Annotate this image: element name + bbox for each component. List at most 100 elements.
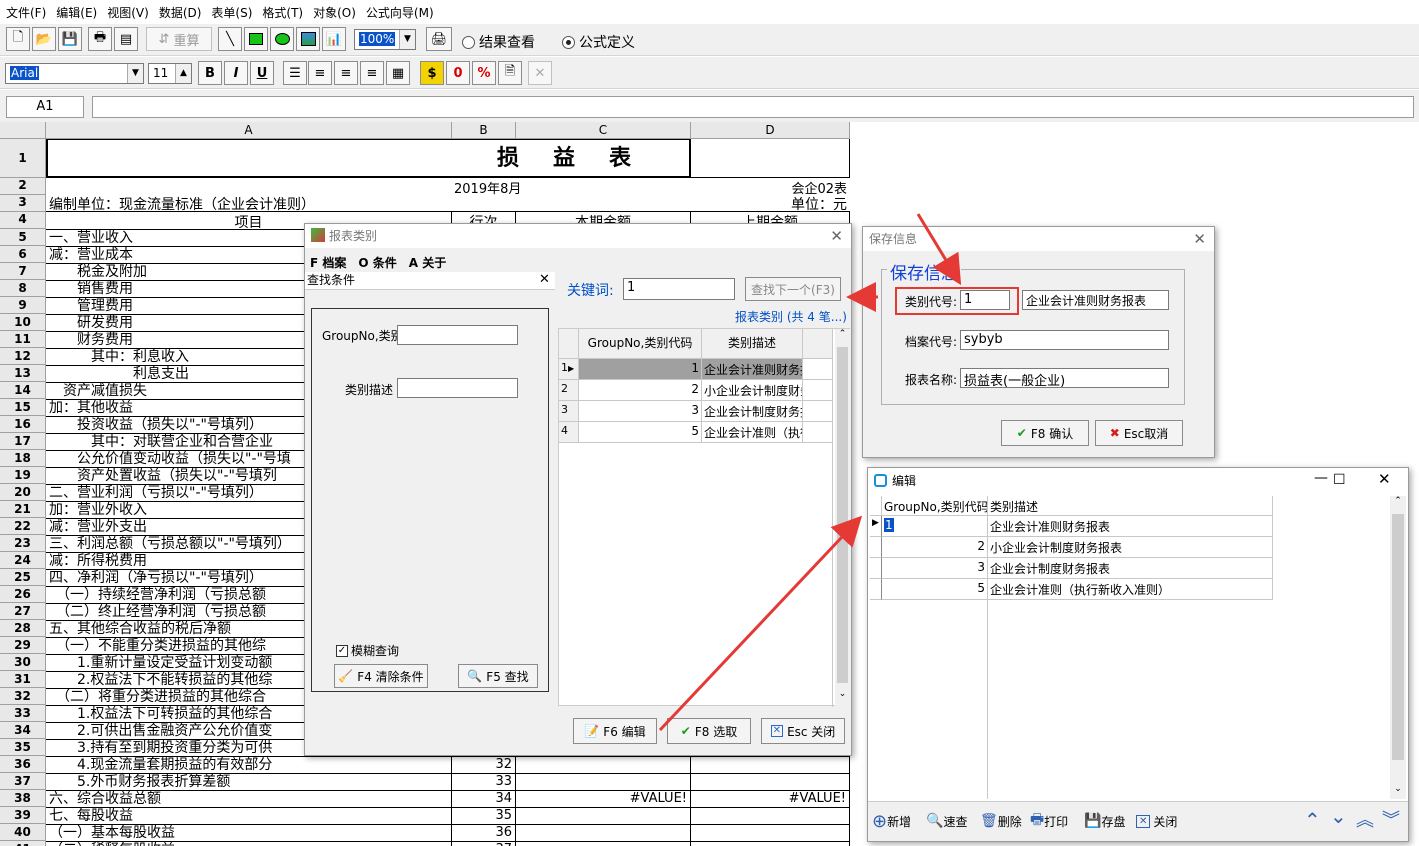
cell-line[interactable]: 36: [452, 824, 516, 841]
preview-icon[interactable]: ▤: [114, 27, 138, 51]
row-number[interactable]: 21: [0, 501, 46, 518]
cell-item[interactable]: （二）稀释每股收益: [46, 841, 452, 846]
row-number[interactable]: 22: [0, 518, 46, 535]
cell-prior[interactable]: [691, 824, 850, 841]
radio-view-result[interactable]: 结果查看: [462, 32, 535, 52]
ellipse-tool-icon[interactable]: [270, 27, 294, 51]
menu-archive[interactable]: F 档案: [310, 254, 346, 271]
italic-button[interactable]: I: [224, 61, 248, 85]
row-number[interactable]: 38: [0, 790, 46, 807]
row-number[interactable]: 39: [0, 807, 46, 824]
cell-line[interactable]: 34: [452, 790, 516, 807]
grid-cell-code[interactable]: 3: [579, 401, 702, 422]
row-number[interactable]: 5: [0, 229, 46, 246]
row-number[interactable]: 41: [0, 841, 46, 846]
row-number[interactable]: 1: [0, 139, 46, 178]
cancel-icon[interactable]: ✕: [528, 61, 552, 85]
formula-wizard-icon[interactable]: 🖨: [426, 27, 452, 51]
double-chevron-up-icon[interactable]: ︽: [1356, 806, 1374, 832]
menu-format[interactable]: 格式(T): [262, 4, 303, 21]
grid-cell-desc[interactable]: 小企业会计制度财务报表: [702, 380, 803, 401]
cell-current[interactable]: [516, 773, 691, 790]
row-number[interactable]: 11: [0, 331, 46, 348]
row-number[interactable]: 20: [0, 484, 46, 501]
recalc-button[interactable]: ⇵ 重算: [146, 27, 212, 51]
col-header-b[interactable]: B: [452, 122, 516, 139]
row-number[interactable]: 8: [0, 280, 46, 297]
scrollbar[interactable]: ⌃ ⌄: [835, 329, 850, 706]
row-number[interactable]: 18: [0, 450, 46, 467]
menu-condition[interactable]: O 条件: [358, 254, 396, 271]
menu-view[interactable]: 视图(V): [107, 4, 149, 21]
file-code-input[interactable]: sybyb: [960, 330, 1169, 350]
grid-cell-code[interactable]: 5: [882, 579, 988, 600]
report-date[interactable]: 2019年8月: [452, 178, 691, 197]
cell[interactable]: [691, 139, 850, 178]
row-number[interactable]: 32: [0, 688, 46, 705]
scrollbar-thumb[interactable]: [1392, 514, 1404, 760]
menu-object[interactable]: 对象(O): [313, 4, 356, 21]
row-number[interactable]: 6: [0, 246, 46, 263]
menu-about[interactable]: A 关于: [409, 254, 446, 271]
chevron-down-icon[interactable]: ⌄: [1390, 784, 1406, 794]
add-button[interactable]: ⊕ 新增: [872, 806, 911, 836]
cell-current[interactable]: [516, 841, 691, 846]
cell-current[interactable]: [516, 756, 691, 773]
cell-prior[interactable]: [691, 807, 850, 824]
line-tool-icon[interactable]: ╲: [218, 27, 242, 51]
chevron-up-icon[interactable]: ⌃: [1304, 808, 1321, 832]
align-left-icon[interactable]: ≡: [308, 61, 332, 85]
row-number[interactable]: 35: [0, 739, 46, 756]
fuzzy-checkbox[interactable]: ✓ 模糊查询: [336, 642, 399, 659]
cell-item[interactable]: （一）基本每股收益: [46, 824, 452, 841]
chevron-down-icon[interactable]: ⌄: [1330, 804, 1347, 828]
maximize-icon[interactable]: ☐: [1333, 472, 1346, 488]
row-number[interactable]: 23: [0, 535, 46, 552]
font-name-select[interactable]: Arial ▼: [5, 63, 144, 84]
cell-item[interactable]: 5.外币财务报表折算差额: [46, 773, 452, 790]
delete-button[interactable]: 🗑 删除: [980, 806, 1022, 836]
search-button[interactable]: 🔍 F5 查找: [458, 664, 538, 688]
row-number[interactable]: 10: [0, 314, 46, 331]
grid-row-indicator[interactable]: ▶: [870, 516, 882, 537]
row-number[interactable]: 30: [0, 654, 46, 671]
align-top-icon[interactable]: ☰: [283, 61, 307, 85]
grid-cell-code[interactable]: 2: [579, 380, 702, 401]
row-number[interactable]: 3: [0, 195, 46, 212]
menu-edit[interactable]: 编辑(E): [56, 4, 97, 21]
grid-header-code[interactable]: GroupNo,类别代码: [579, 329, 702, 359]
scrollbar[interactable]: ⌃ ⌄: [1390, 496, 1406, 799]
row-number[interactable]: 28: [0, 620, 46, 637]
grid-row-index[interactable]: 2: [559, 380, 579, 401]
grid-header-desc[interactable]: 类别描述: [988, 496, 1273, 516]
cell-line[interactable]: 35: [452, 807, 516, 824]
percent-button[interactable]: %: [472, 61, 496, 85]
grid-cell-code[interactable]: 1: [579, 359, 702, 380]
align-center-icon[interactable]: ≡: [334, 61, 358, 85]
org-name[interactable]: 编制单位：现金流量标准（企业会计准则）: [49, 194, 549, 213]
row-number[interactable]: 9: [0, 297, 46, 314]
close-icon[interactable]: ✕: [1193, 227, 1206, 251]
desc-input[interactable]: [397, 378, 518, 398]
grid-row-indicator[interactable]: [870, 558, 882, 579]
save-button[interactable]: 💾 存盘: [1084, 806, 1125, 836]
currency-button[interactable]: $: [420, 61, 444, 85]
row-number[interactable]: 33: [0, 705, 46, 722]
close-button[interactable]: ✕ 关闭: [1136, 806, 1177, 836]
cell-current[interactable]: [516, 807, 691, 824]
row-number[interactable]: 15: [0, 399, 46, 416]
grid-row-index[interactable]: 1▶: [559, 359, 579, 380]
row-number[interactable]: 31: [0, 671, 46, 688]
new-file-icon[interactable]: 🗋: [6, 27, 30, 51]
row-number[interactable]: 14: [0, 382, 46, 399]
zoom-select[interactable]: 100% ▼: [354, 29, 416, 50]
row-number[interactable]: 34: [0, 722, 46, 739]
col-header-d[interactable]: D: [691, 122, 850, 139]
edit-button[interactable]: 📝 F6 编辑: [573, 718, 657, 744]
cell-prior[interactable]: [691, 841, 850, 846]
row-number[interactable]: 4: [0, 212, 46, 229]
row-number[interactable]: 24: [0, 552, 46, 569]
row-number[interactable]: 19: [0, 467, 46, 484]
grid-cell-desc[interactable]: 企业会计准则（执行新收入准则）: [988, 579, 1273, 600]
minimize-icon[interactable]: —: [1314, 470, 1328, 486]
